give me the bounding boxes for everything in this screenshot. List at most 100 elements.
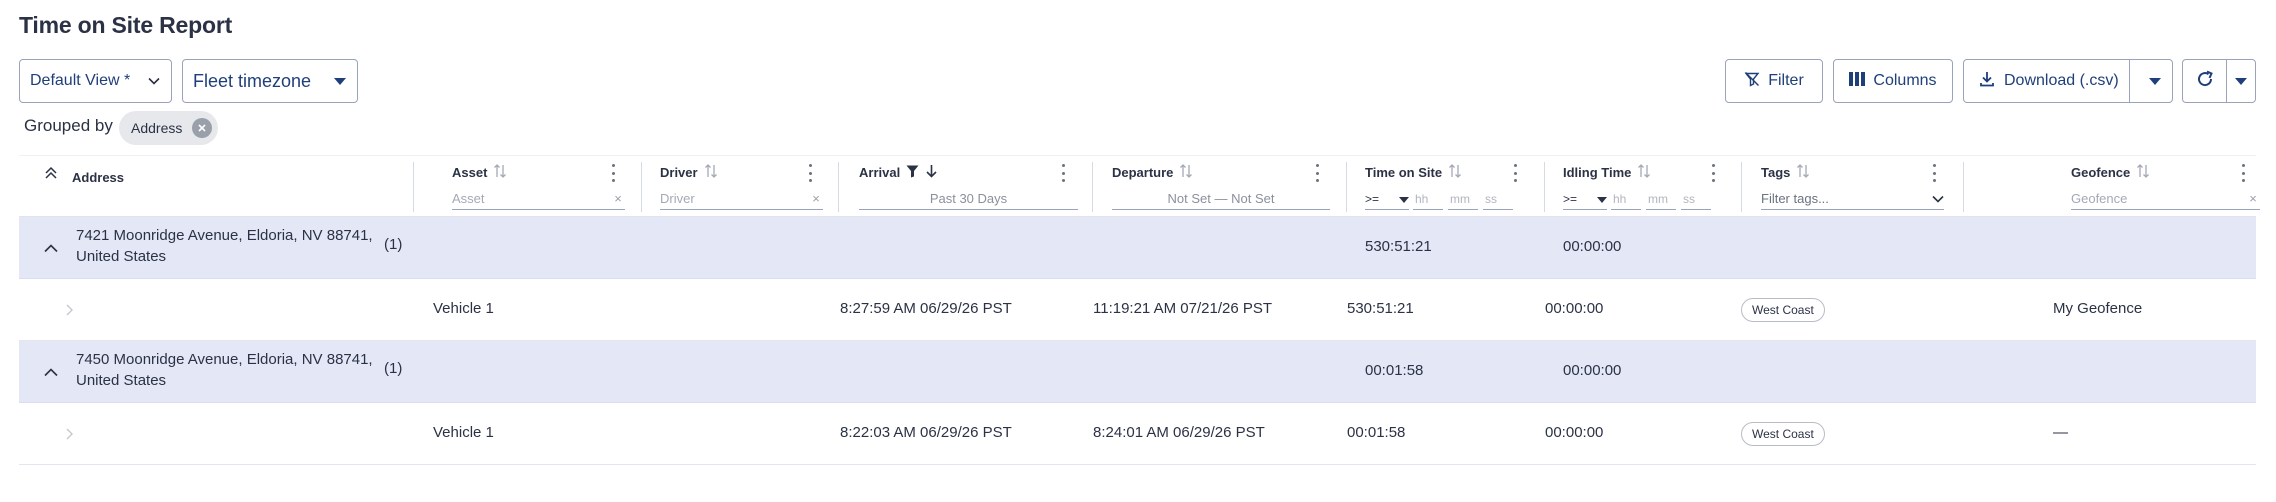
- column-menu-icon[interactable]: [1061, 164, 1065, 182]
- download-csv-button[interactable]: Download (.csv): [1964, 60, 2130, 102]
- view-select[interactable]: Default View *: [19, 59, 172, 103]
- column-header-driver-label: Driver: [660, 165, 698, 180]
- sort-icon: [704, 164, 718, 181]
- table-row[interactable]: Vehicle 1 8:27:59 AM 06/29/26 PST 11:19:…: [19, 279, 2256, 341]
- column-menu-icon[interactable]: [611, 164, 615, 182]
- table-row[interactable]: Vehicle 1 8:22:03 AM 06/29/26 PST 8:24:0…: [19, 403, 2256, 465]
- chevron-right-icon: [63, 428, 75, 440]
- group-idling-time: 00:00:00: [1563, 238, 1622, 255]
- column-header-arrival[interactable]: Arrival: [859, 164, 938, 181]
- tags-filter-placeholder: Filter tags...: [1761, 191, 1829, 206]
- cell-asset[interactable]: Vehicle 1: [433, 300, 494, 317]
- seconds-placeholder: ss: [1683, 191, 1695, 206]
- group-chip-label: Address: [131, 120, 183, 136]
- column-tags: Tags Filter tags...: [1742, 156, 1964, 218]
- column-header-asset-label: Asset: [452, 165, 488, 180]
- filter-button[interactable]: Filter: [1725, 59, 1823, 103]
- columns-icon: [1849, 71, 1866, 91]
- time-on-site-operator-select[interactable]: >=: [1365, 188, 1409, 210]
- download-button-group: Download (.csv): [1963, 59, 2173, 103]
- column-arrival: Arrival Past 30 Days: [839, 156, 1093, 218]
- column-idling-time: Idling Time >= hh mm ss: [1545, 156, 1742, 218]
- cell-idling-time: 00:00:00: [1545, 424, 1604, 441]
- operator-value: >=: [1563, 191, 1578, 206]
- column-header-departure[interactable]: Departure: [1112, 164, 1193, 181]
- column-menu-icon[interactable]: [1315, 164, 1319, 182]
- table-header: Address Asset Asset × Driver Driver × Ar…: [19, 155, 2260, 218]
- column-header-time-on-site-label: Time on Site: [1365, 165, 1443, 180]
- group-chip-address: Address: [119, 111, 218, 145]
- remove-group-icon[interactable]: [192, 118, 213, 138]
- caret-down-icon: [1597, 192, 1607, 206]
- column-address: Address: [19, 156, 414, 218]
- idling-seconds-input[interactable]: ss: [1681, 188, 1711, 210]
- column-header-address[interactable]: Address: [72, 170, 124, 185]
- driver-filter-input[interactable]: Driver ×: [660, 188, 823, 210]
- cell-geofence: —: [2053, 424, 2068, 441]
- idling-operator-select[interactable]: >=: [1563, 188, 1607, 210]
- view-select-value: Default View *: [30, 72, 131, 89]
- clear-icon[interactable]: ×: [611, 191, 625, 206]
- seconds-placeholder: ss: [1485, 191, 1497, 206]
- idling-minutes-input[interactable]: mm: [1646, 188, 1676, 210]
- group-row[interactable]: 7421 Moonridge Avenue, Eldoria, NV 88741…: [19, 217, 2256, 279]
- column-menu-icon[interactable]: [808, 164, 812, 182]
- column-header-idling-time[interactable]: Idling Time: [1563, 164, 1651, 181]
- group-address: 7421 Moonridge Avenue, Eldoria, NV 88741…: [76, 227, 373, 265]
- asset-filter-input[interactable]: Asset ×: [452, 188, 625, 210]
- sort-icon: [1637, 164, 1651, 181]
- cell-time-on-site: 00:01:58: [1347, 424, 1406, 441]
- chevron-right-icon: [63, 304, 75, 316]
- column-header-tags[interactable]: Tags: [1761, 164, 1810, 181]
- column-menu-icon[interactable]: [1932, 164, 1936, 182]
- time-on-site-hours-input[interactable]: hh: [1413, 188, 1443, 210]
- time-on-site-minutes-input[interactable]: mm: [1448, 188, 1478, 210]
- cell-geofence[interactable]: My Geofence: [2053, 300, 2142, 317]
- column-header-time-on-site[interactable]: Time on Site: [1365, 164, 1462, 181]
- collapse-group-icon[interactable]: [43, 365, 59, 379]
- column-driver: Driver Driver ×: [642, 156, 839, 218]
- group-time-on-site: 00:01:58: [1365, 362, 1424, 379]
- clear-icon[interactable]: ×: [2246, 191, 2260, 206]
- departure-date-filter[interactable]: Not Set — Not Set: [1112, 188, 1330, 210]
- collapse-all-icon[interactable]: [43, 165, 59, 181]
- column-menu-icon[interactable]: [1513, 164, 1517, 182]
- column-time-on-site: Time on Site >= hh mm ss: [1347, 156, 1545, 218]
- column-header-driver[interactable]: Driver: [660, 164, 718, 181]
- columns-button[interactable]: Columns: [1833, 59, 1953, 103]
- column-header-asset[interactable]: Asset: [452, 164, 507, 181]
- caret-down-icon: [2149, 72, 2161, 90]
- time-on-site-seconds-input[interactable]: ss: [1483, 188, 1513, 210]
- group-row[interactable]: 7450 Moonridge Avenue, Eldoria, NV 88741…: [19, 341, 2256, 403]
- download-options-dropdown[interactable]: [2138, 60, 2172, 102]
- arrival-date-filter[interactable]: Past 30 Days: [859, 188, 1078, 210]
- collapse-group-icon[interactable]: [43, 241, 59, 255]
- download-icon: [1979, 71, 1995, 92]
- cell-arrival: 8:22:03 AM 06/29/26 PST: [840, 424, 1012, 441]
- tags-filter-select[interactable]: Filter tags...: [1761, 188, 1944, 210]
- column-menu-icon[interactable]: [1711, 164, 1715, 182]
- chevron-down-icon: [147, 74, 161, 88]
- column-asset: Asset Asset ×: [414, 156, 642, 218]
- minutes-placeholder: mm: [1450, 191, 1470, 206]
- hours-placeholder: hh: [1613, 191, 1627, 206]
- cell-idling-time: 00:00:00: [1545, 300, 1604, 317]
- cell-asset[interactable]: Vehicle 1: [433, 424, 494, 441]
- column-header-idling-time-label: Idling Time: [1563, 165, 1632, 180]
- column-menu-icon[interactable]: [2241, 164, 2245, 182]
- asset-filter-placeholder: Asset: [452, 191, 485, 206]
- timezone-select[interactable]: Fleet timezone: [182, 59, 358, 103]
- group-address: 7450 Moonridge Avenue, Eldoria, NV 88741…: [76, 351, 373, 389]
- refresh-options-dropdown[interactable]: [2227, 60, 2255, 102]
- idling-hours-input[interactable]: hh: [1611, 188, 1641, 210]
- group-idling-time: 00:00:00: [1563, 362, 1622, 379]
- sort-icon: [1448, 164, 1462, 181]
- refresh-button[interactable]: [2183, 60, 2227, 102]
- column-header-departure-label: Departure: [1112, 165, 1174, 180]
- column-header-geofence[interactable]: Geofence: [2071, 164, 2150, 181]
- geofence-filter-input[interactable]: Geofence ×: [2071, 188, 2260, 210]
- cell-departure: 8:24:01 AM 06/29/26 PST: [1093, 424, 1265, 441]
- clear-icon[interactable]: ×: [809, 191, 823, 206]
- timezone-select-value: Fleet timezone: [193, 70, 312, 91]
- caret-down-icon: [1399, 192, 1409, 206]
